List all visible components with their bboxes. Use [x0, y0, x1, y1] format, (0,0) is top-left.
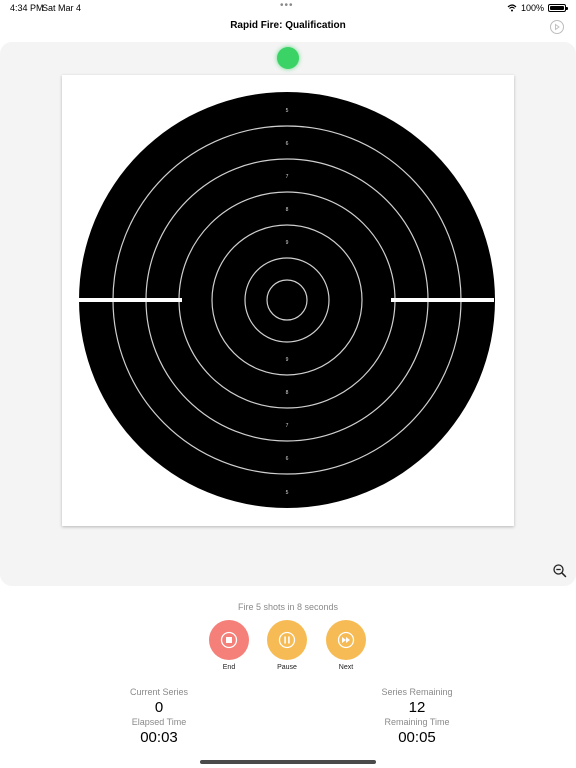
pause-button[interactable]	[267, 620, 307, 660]
target-card: 5 6 7 8 9 9 8 7 6 5	[62, 75, 514, 526]
remaining-time-label: Remaining Time	[384, 717, 450, 727]
battery-icon	[548, 4, 568, 12]
current-series-value: 0	[154, 699, 164, 716]
status-date: Sat Mar 4	[42, 3, 82, 13]
ring-label-bottom: 8	[286, 390, 289, 396]
status-bar: 4:34 PM Sat Mar 4 ••• 100%	[0, 0, 576, 16]
play-circle-icon[interactable]	[550, 20, 564, 34]
target-face: 5 6 7 8 9 9 8 7 6 5	[79, 92, 495, 508]
ring-label-top: 9	[286, 240, 289, 246]
wifi-icon	[507, 4, 517, 12]
status-right: 100%	[507, 3, 568, 13]
pause-control: Pause	[257, 620, 317, 671]
ring-label-bottom: 7	[286, 423, 289, 429]
next-control: Next	[316, 620, 376, 671]
zoom-out-icon[interactable]	[552, 563, 568, 579]
aiming-bar-left	[79, 298, 182, 302]
fast-forward-icon	[337, 631, 355, 649]
series-remaining-value: 12	[408, 699, 426, 716]
instruction-text: Fire 5 shots in 8 seconds	[237, 602, 339, 612]
stop-icon	[220, 631, 238, 649]
series-remaining-label: Series Remaining	[381, 687, 453, 697]
elapsed-time-value: 00:03	[140, 729, 178, 746]
end-button[interactable]	[209, 620, 249, 660]
next-button[interactable]	[326, 620, 366, 660]
ring-label-top: 6	[286, 141, 289, 147]
end-control: End	[199, 620, 259, 671]
ring-label-top: 5	[286, 108, 289, 114]
ring-label-bottom: 6	[286, 456, 289, 462]
home-indicator[interactable]	[200, 760, 376, 764]
status-indicator-light	[277, 47, 299, 69]
page-title: Rapid Fire: Qualification	[230, 20, 346, 31]
ring-label-top: 8	[286, 207, 289, 213]
current-series-label: Current Series	[129, 687, 189, 697]
elapsed-time-label: Elapsed Time	[131, 717, 187, 727]
ring-label-bottom: 5	[286, 490, 289, 496]
remaining-time-value: 00:05	[398, 729, 436, 746]
next-label: Next	[338, 664, 354, 671]
status-time: 4:34 PM	[10, 3, 44, 13]
pause-label: Pause	[277, 664, 297, 671]
ring-label-bottom: 9	[286, 357, 289, 363]
multitasking-dots-icon[interactable]: •••	[280, 0, 294, 11]
end-label: End	[222, 664, 236, 671]
ring-label-top: 7	[286, 174, 289, 180]
battery-percent: 100%	[520, 3, 544, 13]
aiming-bar-right	[391, 298, 494, 302]
pause-icon	[278, 631, 296, 649]
